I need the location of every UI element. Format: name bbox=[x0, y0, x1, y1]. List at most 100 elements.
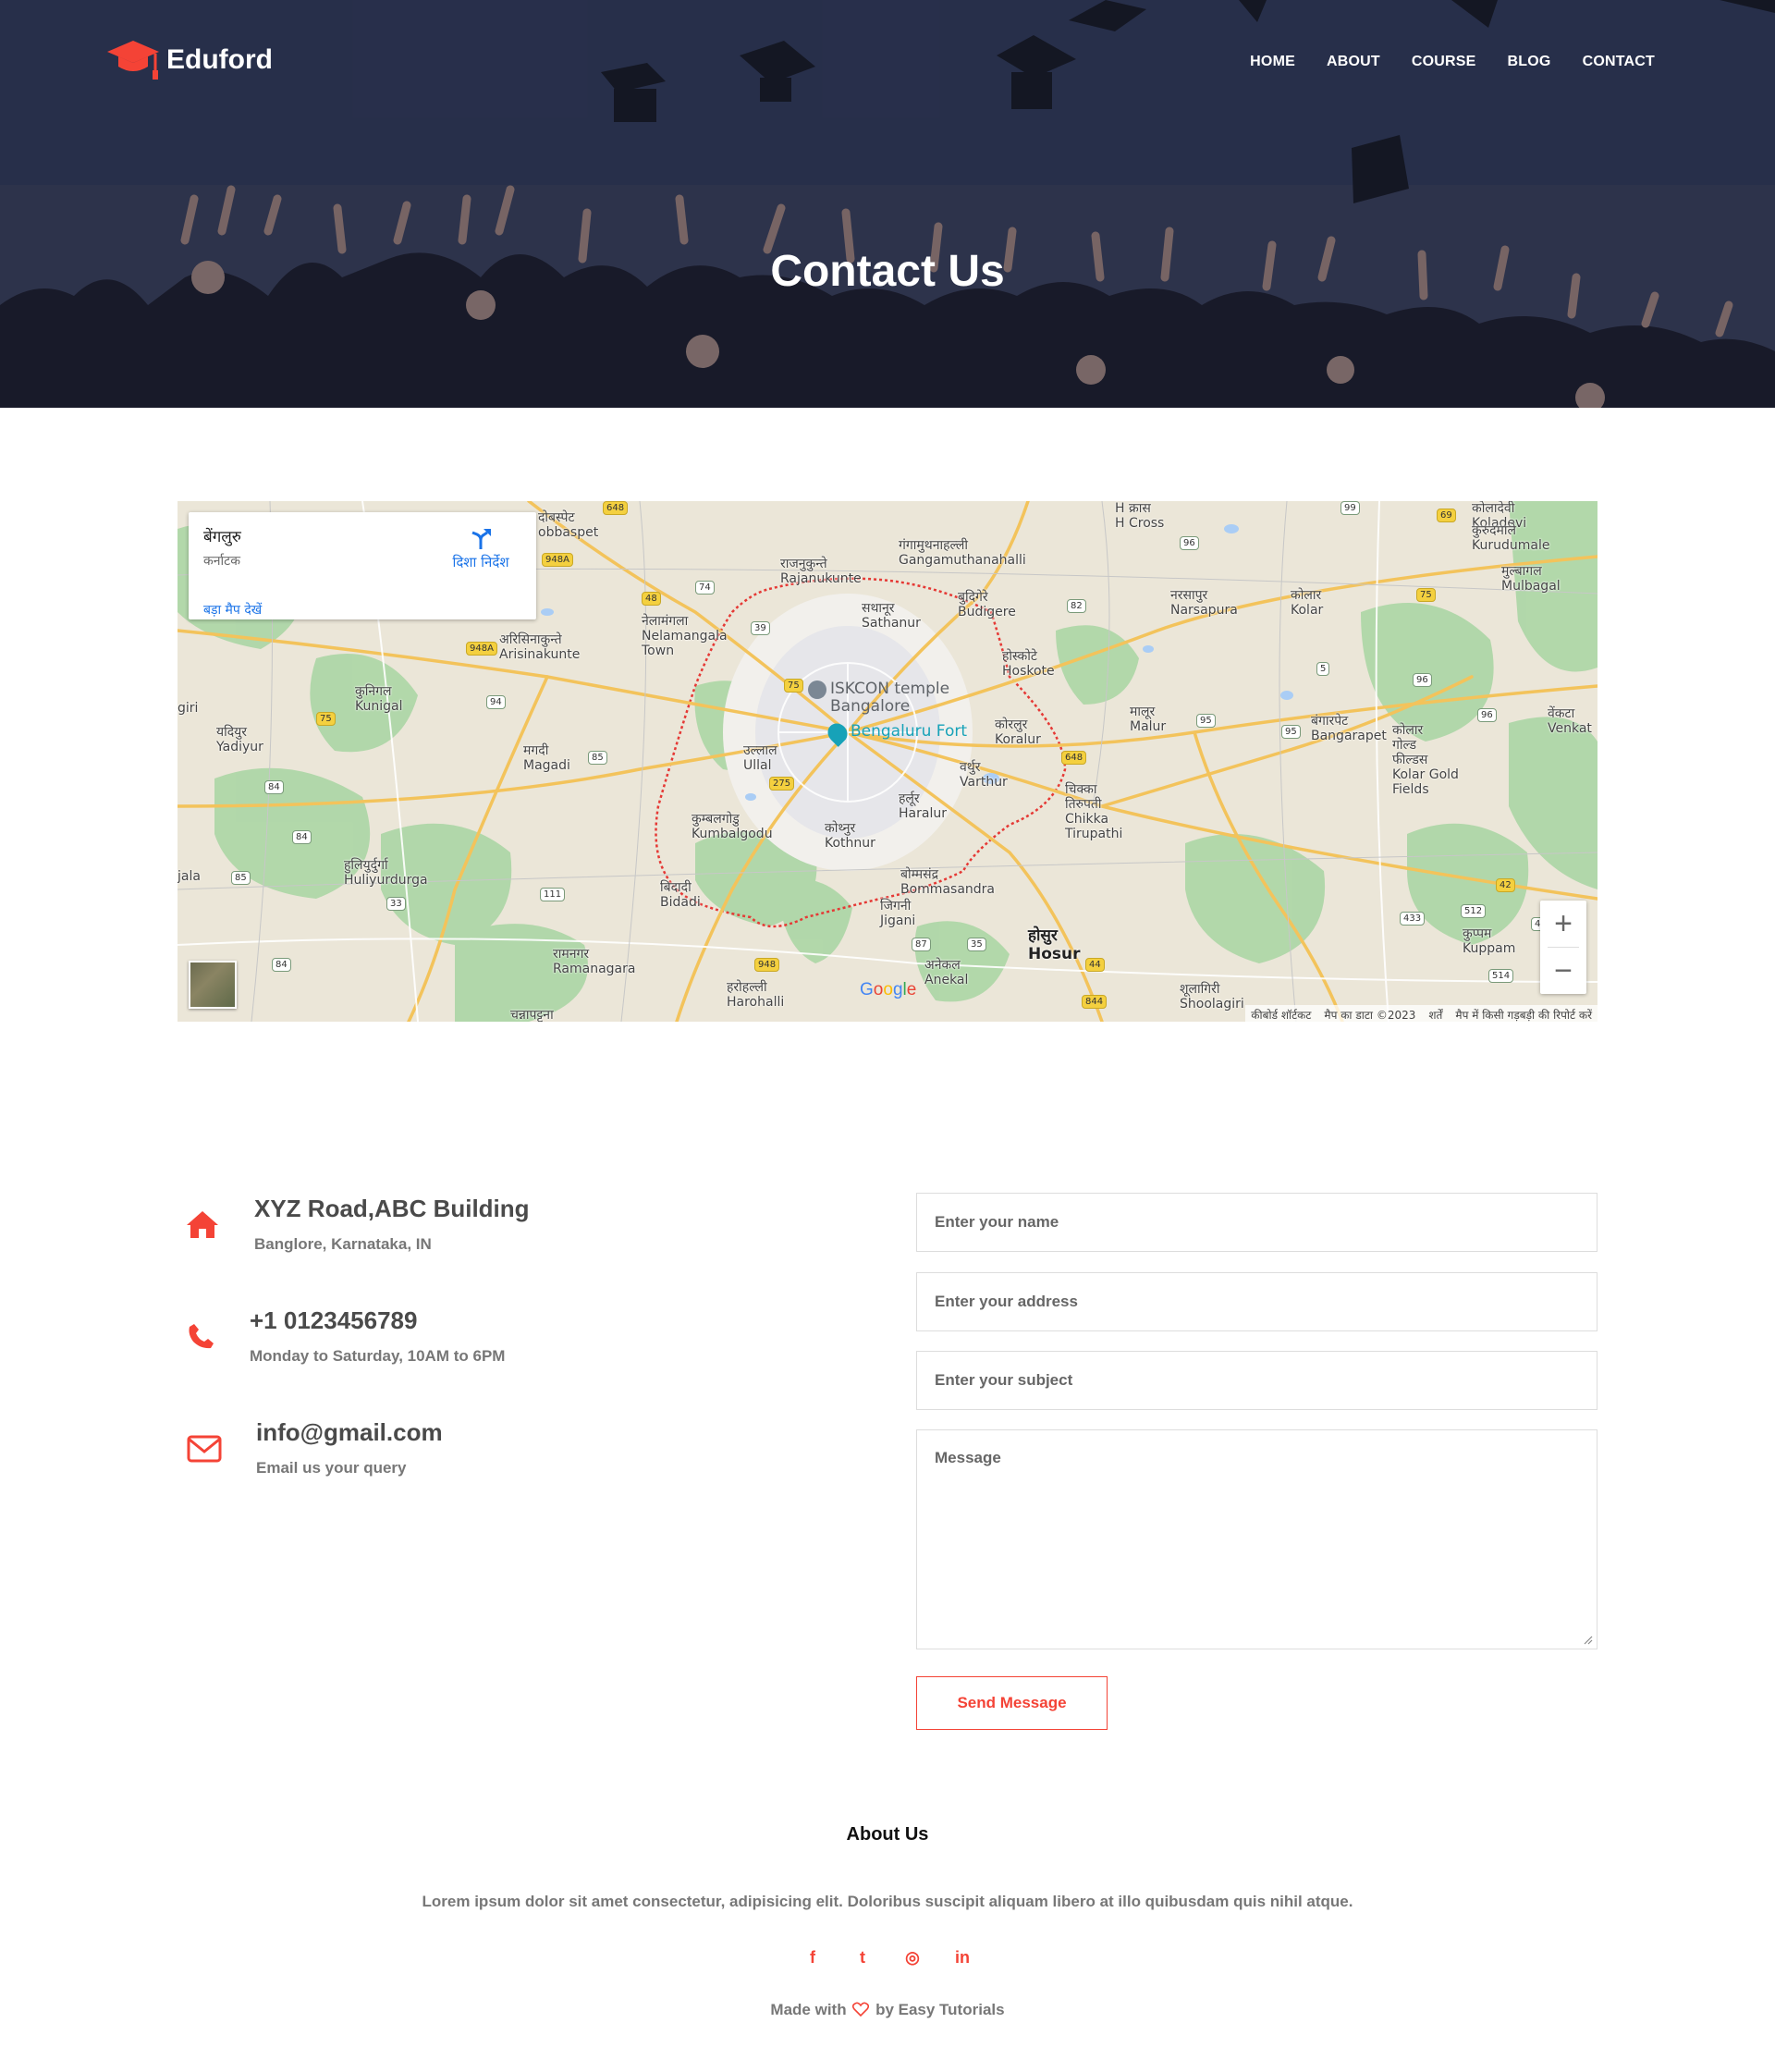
footer-title: About Us bbox=[846, 1824, 929, 1845]
facebook-icon[interactable]: f bbox=[803, 1947, 822, 1968]
zoom-out-button[interactable]: − bbox=[1540, 948, 1586, 994]
credits-suffix: by Easy Tutorials bbox=[875, 2001, 1005, 2018]
footer-text: Lorem ipsum dolor sit amet consectetur, … bbox=[422, 1893, 1353, 1910]
map-label-hosur: होसुर Hosur bbox=[1028, 926, 1081, 963]
map-poi-temple[interactable]: ISKCON temple Bangalore bbox=[808, 680, 949, 716]
highway-shield: 948 bbox=[754, 958, 780, 972]
highway-shield: 87 bbox=[912, 938, 931, 951]
view-larger-map-link[interactable]: बड़ा मैप देखें bbox=[203, 601, 262, 619]
address-subtitle: Banglore, Karnataka, IN bbox=[254, 1235, 432, 1253]
map-poi-fort[interactable]: Bengaluru Fort bbox=[824, 719, 967, 747]
highway-shield: 99 bbox=[1340, 501, 1360, 515]
message-textarea[interactable]: Message bbox=[916, 1429, 1598, 1649]
map-label: नरसापुर Narsapura bbox=[1170, 588, 1238, 618]
highway-shield: 39 bbox=[751, 621, 770, 635]
brand-logo[interactable]: Eduford bbox=[105, 35, 273, 85]
phone-number: +1 0123456789 bbox=[250, 1306, 418, 1334]
map-label: बिदादी Bidadi bbox=[660, 880, 701, 910]
terms-link[interactable]: शर्तें bbox=[1428, 1007, 1442, 1022]
linkedin-icon[interactable]: in bbox=[953, 1947, 972, 1968]
map-label: नेलामंगला Nelamangala Town bbox=[642, 614, 728, 658]
highway-shield: 111 bbox=[540, 888, 566, 901]
highway-shield: 96 bbox=[1180, 536, 1199, 550]
map-label: हुलियुर्दुर्गा Huliyurdurga bbox=[344, 858, 428, 888]
map-label: giri bbox=[178, 701, 199, 716]
name-input[interactable]: Enter your name bbox=[916, 1193, 1598, 1252]
highway-shield: 35 bbox=[967, 938, 986, 951]
nav-home[interactable]: HOME bbox=[1250, 54, 1295, 70]
map-zoom-controls: + − bbox=[1540, 901, 1586, 994]
email-subtitle: Email us your query bbox=[256, 1459, 407, 1477]
directions-button[interactable]: दिशा निर्देश bbox=[444, 527, 518, 571]
main-menu: HOME ABOUT COURSE BLOG CONTACT bbox=[1218, 54, 1655, 70]
highway-shield: 512 bbox=[1461, 904, 1487, 918]
google-map[interactable]: दोबस्पेट obbaspet राजनुकुन्ते Rajanukunt… bbox=[178, 501, 1598, 1022]
map-label: H क्रास H Cross bbox=[1115, 501, 1165, 531]
nav-course[interactable]: COURSE bbox=[1412, 54, 1476, 70]
highway-shield: 433 bbox=[1400, 912, 1426, 926]
twitter-icon[interactable]: t bbox=[853, 1947, 872, 1968]
highway-shield: 84 bbox=[292, 830, 312, 844]
brand-name: Eduford bbox=[166, 44, 273, 75]
highway-shield: 94 bbox=[486, 695, 506, 709]
graduation-cap-icon bbox=[107, 41, 159, 80]
highway-shield: 85 bbox=[231, 871, 251, 885]
place-name: बेंगलुरु bbox=[203, 528, 241, 546]
map-label: अनेकल Anekal bbox=[924, 958, 969, 987]
credits-prefix: Made with bbox=[770, 2001, 847, 2018]
directions-label: दिशा निर्देश bbox=[452, 554, 509, 570]
map-label: दोबस्पेट obbaspet bbox=[538, 510, 599, 540]
highway-shield: 5 bbox=[1316, 662, 1330, 676]
highway-shield: 75 bbox=[784, 679, 803, 693]
satellite-toggle[interactable] bbox=[189, 961, 237, 1009]
home-icon bbox=[187, 1211, 218, 1238]
map-label: कुरुदमाले Kurudumale bbox=[1472, 523, 1550, 553]
directions-icon bbox=[471, 529, 491, 549]
zoom-in-button[interactable]: + bbox=[1540, 901, 1586, 947]
nav-contact[interactable]: CONTACT bbox=[1583, 54, 1655, 70]
highway-shield: 95 bbox=[1281, 725, 1301, 739]
map-label: कोलार Kolar bbox=[1291, 588, 1324, 618]
resize-handle-icon[interactable] bbox=[1584, 1636, 1593, 1645]
highway-shield: 514 bbox=[1488, 969, 1514, 983]
nav-about[interactable]: ABOUT bbox=[1327, 54, 1380, 70]
nav-blog[interactable]: BLOG bbox=[1508, 54, 1551, 70]
highway-shield: 275 bbox=[769, 777, 795, 791]
highway-shield: 42 bbox=[1496, 878, 1515, 892]
map-label: वर्थुर Varthur bbox=[960, 760, 1008, 790]
heart-icon bbox=[852, 2002, 870, 2017]
address-title: XYZ Road,ABC Building bbox=[254, 1195, 530, 1222]
email-address: info@gmail.com bbox=[256, 1418, 443, 1446]
map-label: होस्कोटे Hoskote bbox=[1002, 649, 1055, 679]
envelope-icon bbox=[187, 1435, 222, 1463]
highway-shield: 82 bbox=[1067, 599, 1086, 613]
subject-input[interactable]: Enter your subject bbox=[916, 1351, 1598, 1410]
page-title: Contact Us bbox=[770, 247, 1005, 296]
highway-shield: 96 bbox=[1413, 673, 1432, 687]
map-label: कोथ्नुर Kothnur bbox=[825, 821, 875, 851]
highway-shield: 648 bbox=[1061, 751, 1087, 765]
report-error-link[interactable]: मैप में किसी गड़बड़ी की रिपोर्ट करें bbox=[1455, 1007, 1592, 1022]
highway-shield: 33 bbox=[386, 897, 406, 911]
map-place-card: बेंगलुरु कर्नाटक बड़ा मैप देखें दिशा निर… bbox=[189, 512, 536, 619]
highway-shield: 96 bbox=[1477, 708, 1497, 722]
map-label: कुम्बलगोडु Kumbalgodu bbox=[692, 812, 773, 841]
map-label: चिक्का तिरुपती Chikka Tirupathi bbox=[1065, 782, 1123, 841]
map-label: jala bbox=[178, 869, 201, 884]
instagram-icon[interactable]: ◎ bbox=[903, 1947, 922, 1968]
map-data-text: मैप का डाटा ©2023 bbox=[1324, 1009, 1416, 1022]
map-label: कोरलुर Koralur bbox=[995, 717, 1041, 747]
highway-shield: 844 bbox=[1082, 995, 1108, 1009]
address-input[interactable]: Enter your address bbox=[916, 1272, 1598, 1331]
highway-shield: 84 bbox=[264, 780, 284, 794]
map-attribution: कीबोर्ड शॉर्टकट मैप का डाटा ©2023 शर्तें… bbox=[1245, 1005, 1598, 1022]
keyboard-shortcuts-link[interactable]: कीबोर्ड शॉर्टकट bbox=[1251, 1007, 1311, 1022]
map-label: राजनुकुन्ते Rajanukunte bbox=[780, 557, 862, 586]
highway-shield: 85 bbox=[588, 751, 607, 765]
highway-shield: 44 bbox=[1085, 958, 1105, 972]
map-label: कुनिगल Kunigal bbox=[355, 684, 403, 714]
top-navigation: Eduford HOME ABOUT COURSE BLOG CONTACT bbox=[0, 0, 1775, 120]
highway-shield: 69 bbox=[1437, 509, 1456, 522]
send-message-button[interactable]: Send Message bbox=[916, 1676, 1108, 1730]
map-label: मुल्बागल Mulbagal bbox=[1501, 564, 1561, 594]
